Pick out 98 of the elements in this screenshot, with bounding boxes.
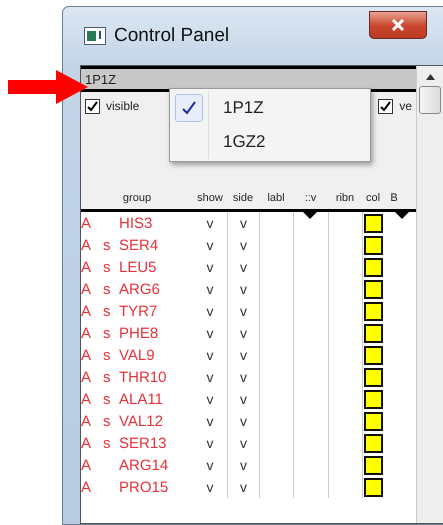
option-label: ve — [399, 99, 412, 113]
table-cell-text: v — [206, 391, 214, 407]
flag-label: s — [103, 412, 112, 430]
color-swatch[interactable] — [364, 302, 383, 320]
chain-label: A — [81, 258, 92, 276]
color-swatch[interactable] — [364, 390, 383, 408]
residue-label: TYR7 — [119, 302, 158, 320]
option-label: visible — [106, 99, 140, 113]
flag-label: s — [103, 390, 112, 408]
chain-label: A — [81, 280, 92, 298]
table-cell: v — [240, 413, 247, 429]
table-cell-text: v — [206, 479, 214, 495]
flag-label: s — [103, 280, 112, 298]
residue-label: THR10 — [119, 368, 168, 386]
column-header: B — [389, 192, 399, 204]
table-cell-text: v — [206, 259, 214, 275]
table-cell-text: v — [206, 435, 214, 451]
column-header: group — [122, 192, 152, 204]
flag-label: s — [103, 324, 112, 342]
color-swatch[interactable] — [364, 346, 383, 364]
color-swatch[interactable] — [364, 214, 383, 232]
close-icon — [391, 19, 405, 31]
column-header: show — [196, 192, 224, 204]
column-header: ribn — [334, 192, 356, 204]
table-cell-text: v — [206, 369, 214, 385]
chain-label: A — [81, 434, 92, 452]
residue-label: VAL9 — [119, 346, 156, 364]
check-icon — [87, 100, 98, 112]
flag-label: s — [103, 236, 112, 254]
table-cell-text: v — [206, 303, 214, 319]
color-swatch[interactable] — [364, 258, 383, 276]
table-cell: v — [240, 303, 247, 319]
table-cell: v — [240, 215, 247, 231]
chain-label: A — [81, 346, 92, 364]
checkbox[interactable] — [85, 98, 100, 114]
chain-label: A — [81, 368, 92, 386]
check-icon — [380, 100, 392, 112]
chain-label: A — [81, 236, 92, 254]
color-swatch[interactable] — [364, 412, 383, 430]
table-cell: v — [240, 237, 247, 253]
residue-label: VAL12 — [119, 412, 164, 430]
table-cell-text: v — [206, 281, 214, 297]
table-cell: v — [240, 281, 247, 297]
residue-label: ARG14 — [119, 456, 170, 474]
model-selector[interactable]: 1P1Z — [81, 66, 416, 92]
flag-label: s — [103, 368, 112, 386]
chain-label: A — [81, 324, 92, 342]
flag-label: s — [103, 434, 112, 452]
menu-item[interactable]: 1P1Z — [208, 91, 264, 125]
scroll-up-icon[interactable] — [426, 74, 434, 80]
table-cell: v — [240, 325, 247, 341]
table-cell: v — [240, 369, 247, 385]
table-cell: v — [240, 457, 247, 473]
residue-label: SER13 — [119, 434, 168, 452]
flag-label: s — [103, 302, 112, 320]
color-swatch[interactable] — [364, 324, 383, 342]
table-cell-text: v — [206, 325, 214, 341]
table-cell: v — [240, 391, 247, 407]
color-swatch[interactable] — [364, 236, 383, 254]
column-header: labl — [266, 192, 286, 204]
chain-label: A — [81, 478, 92, 496]
column-header: col — [364, 192, 382, 204]
table-cell-text: v — [206, 413, 214, 429]
column-header: ::v — [304, 192, 318, 204]
table-cell: v — [240, 347, 247, 363]
table-cell: v — [240, 479, 247, 495]
color-swatch[interactable] — [364, 478, 383, 496]
chain-label: A — [81, 390, 92, 408]
menu-item[interactable]: 1GZ2 — [208, 125, 266, 159]
table-cell: v — [240, 435, 247, 451]
flag-label: s — [103, 346, 112, 364]
table-cell-text: v — [206, 215, 214, 231]
column-header: side — [232, 192, 254, 204]
color-swatch[interactable] — [364, 368, 383, 386]
residue-label: PRO15 — [119, 478, 170, 496]
residue-label: ARG6 — [119, 280, 161, 298]
flag-label: s — [103, 258, 112, 276]
chain-label: A — [81, 214, 92, 232]
residue-label: PHE8 — [119, 324, 160, 342]
color-swatch[interactable] — [364, 280, 383, 298]
close-button[interactable] — [369, 11, 427, 39]
residue-label: ALA11 — [119, 390, 164, 408]
scrollbar-thumb[interactable] — [419, 86, 441, 114]
color-swatch[interactable] — [364, 434, 383, 452]
color-swatch[interactable] — [364, 456, 383, 474]
chain-label: A — [81, 412, 92, 430]
residue-label: SER4 — [119, 236, 160, 254]
table-cell-text: v — [206, 457, 214, 473]
residue-label: LEU5 — [119, 258, 158, 276]
chain-label: A — [81, 302, 92, 320]
chain-label: A — [81, 456, 92, 474]
table-cell-text: v — [206, 347, 214, 363]
app-icon — [84, 27, 106, 45]
residue-label: HIS3 — [119, 214, 154, 232]
window-title: Control Panel — [114, 25, 230, 47]
table-cell: v — [240, 259, 247, 275]
checkbox[interactable] — [378, 98, 394, 114]
table-cell-text: v — [206, 237, 214, 253]
